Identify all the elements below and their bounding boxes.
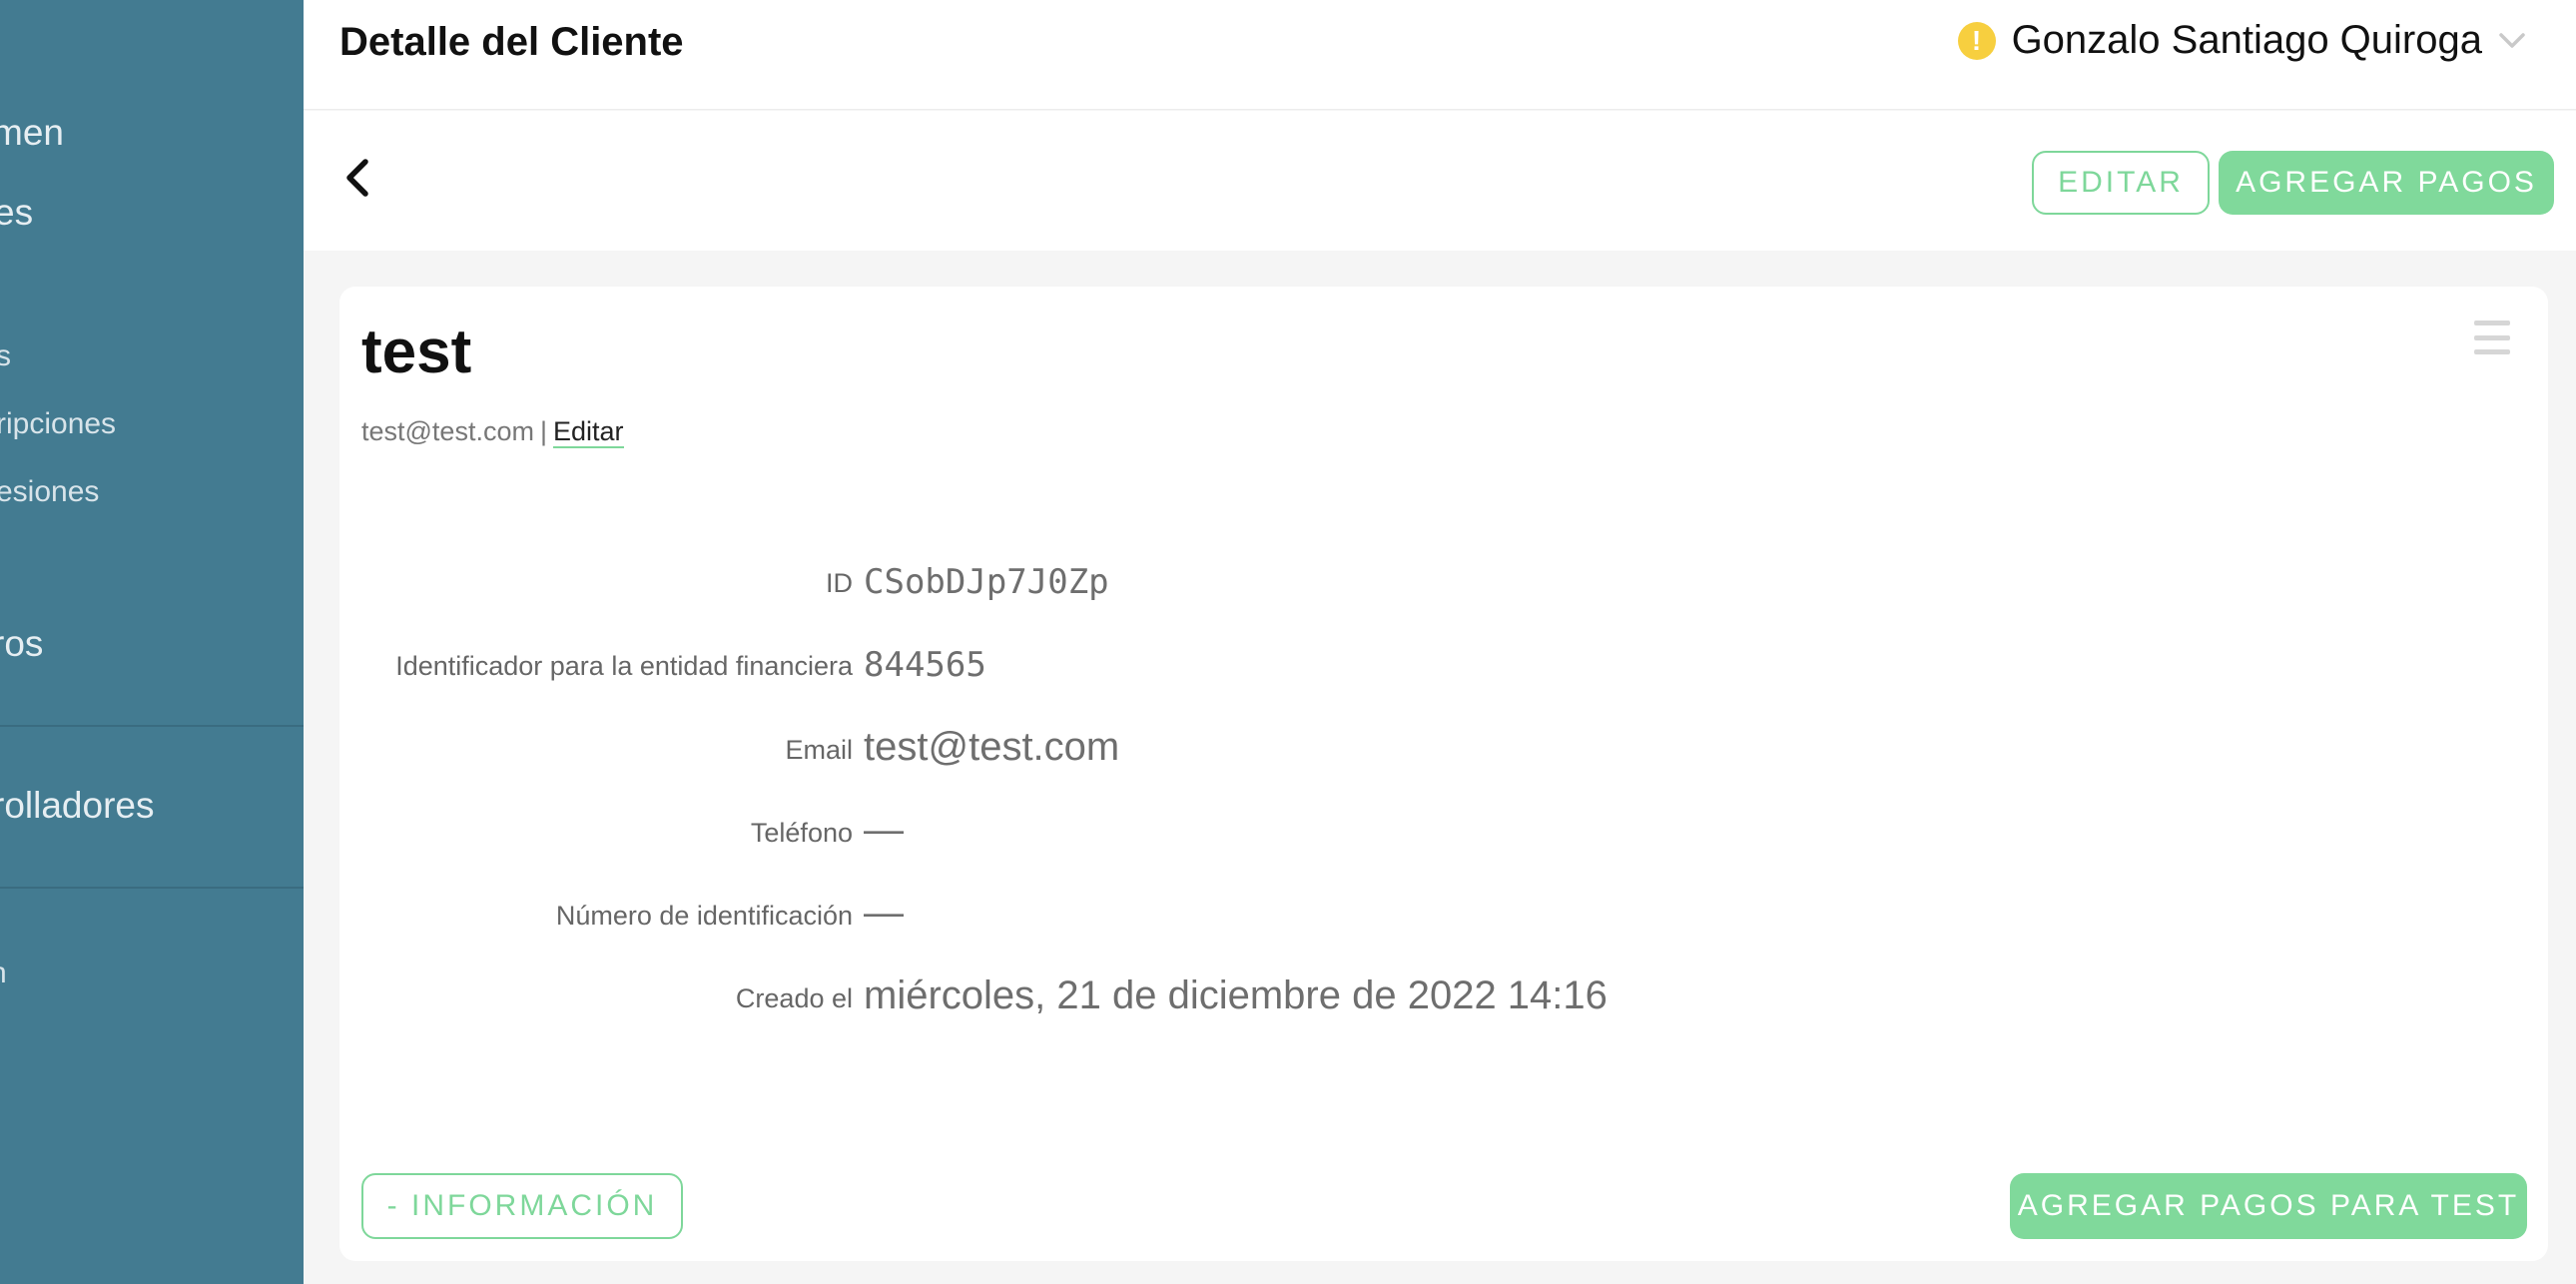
action-bar: EDITAR AGREGAR PAGOS	[304, 111, 2576, 251]
edit-link[interactable]: Editar	[552, 416, 624, 448]
detail-label: ID	[826, 568, 853, 598]
sidebar-divider	[0, 725, 304, 727]
detail-row-id: ID CSobDJp7J0Zp	[339, 554, 2548, 614]
sidebar-subitem-suscripciones[interactable]: ripciones	[0, 407, 116, 441]
detail-row-email: Email test@test.com	[339, 721, 2548, 781]
top-header: Detalle del Cliente ! Gonzalo Santiago Q…	[304, 0, 2576, 110]
sidebar: men es s ripciones esiones ros rolladore…	[0, 0, 304, 1284]
page-title: Detalle del Cliente	[339, 20, 684, 64]
sidebar-divider	[0, 887, 304, 889]
separator: |	[539, 416, 547, 446]
detail-value: CSobDJp7J0Zp	[864, 562, 1109, 602]
detail-label: Identificador para la entidad financiera	[395, 651, 853, 681]
detail-value: —	[864, 891, 904, 935]
add-payments-button[interactable]: AGREGAR PAGOS	[2219, 151, 2554, 215]
menu-icon[interactable]	[2474, 321, 2510, 354]
detail-row-created: Creado el miércoles, 21 de diciembre de …	[339, 969, 2548, 1029]
sidebar-item-desarrolladores[interactable]: rolladores	[0, 785, 154, 827]
customer-name: test	[361, 318, 472, 386]
detail-label: Teléfono	[750, 818, 853, 848]
sidebar-subitem-8[interactable]: n	[0, 957, 7, 990]
customer-email: test@test.com	[361, 416, 534, 446]
detail-label: Número de identificación	[555, 901, 853, 931]
detail-value: test@test.com	[864, 725, 1120, 769]
info-toggle-button[interactable]: - INFORMACIÓN	[361, 1173, 683, 1239]
detail-value: —	[864, 808, 904, 852]
detail-value: miércoles, 21 de diciembre de 2022 14:16	[864, 973, 1608, 1017]
customer-email-line: test@test.com | Editar	[361, 416, 624, 448]
add-payments-for-customer-button[interactable]: AGREGAR PAGOS PARA TEST	[2010, 1173, 2527, 1239]
detail-row-financial-id: Identificador para la entidad financiera…	[339, 637, 2548, 697]
warning-icon[interactable]: !	[1957, 21, 1996, 60]
customer-card: test test@test.com | Editar ID CSobDJp7J0Z…	[339, 287, 2548, 1261]
detail-row-phone: Teléfono —	[339, 804, 2548, 864]
sidebar-item-resumen[interactable]: men	[0, 112, 64, 154]
sidebar-subitem-1[interactable]: s	[0, 339, 11, 373]
sidebar-item-otros[interactable]: ros	[0, 623, 43, 665]
detail-value: 844565	[864, 645, 986, 685]
detail-row-id-number: Número de identificación —	[339, 887, 2548, 947]
back-arrow-icon[interactable]	[335, 153, 379, 203]
detail-label: Creado el	[735, 983, 853, 1013]
sidebar-subitem-sesiones[interactable]: esiones	[0, 475, 99, 509]
user-name[interactable]: Gonzalo Santiago Quiroga	[2012, 18, 2482, 63]
edit-button[interactable]: EDITAR	[2032, 151, 2210, 215]
sidebar-item-clientes[interactable]: es	[0, 192, 33, 234]
detail-label: Email	[785, 735, 853, 765]
chevron-down-icon[interactable]	[2498, 27, 2526, 55]
user-menu[interactable]: ! Gonzalo Santiago Quiroga	[1957, 18, 2526, 63]
